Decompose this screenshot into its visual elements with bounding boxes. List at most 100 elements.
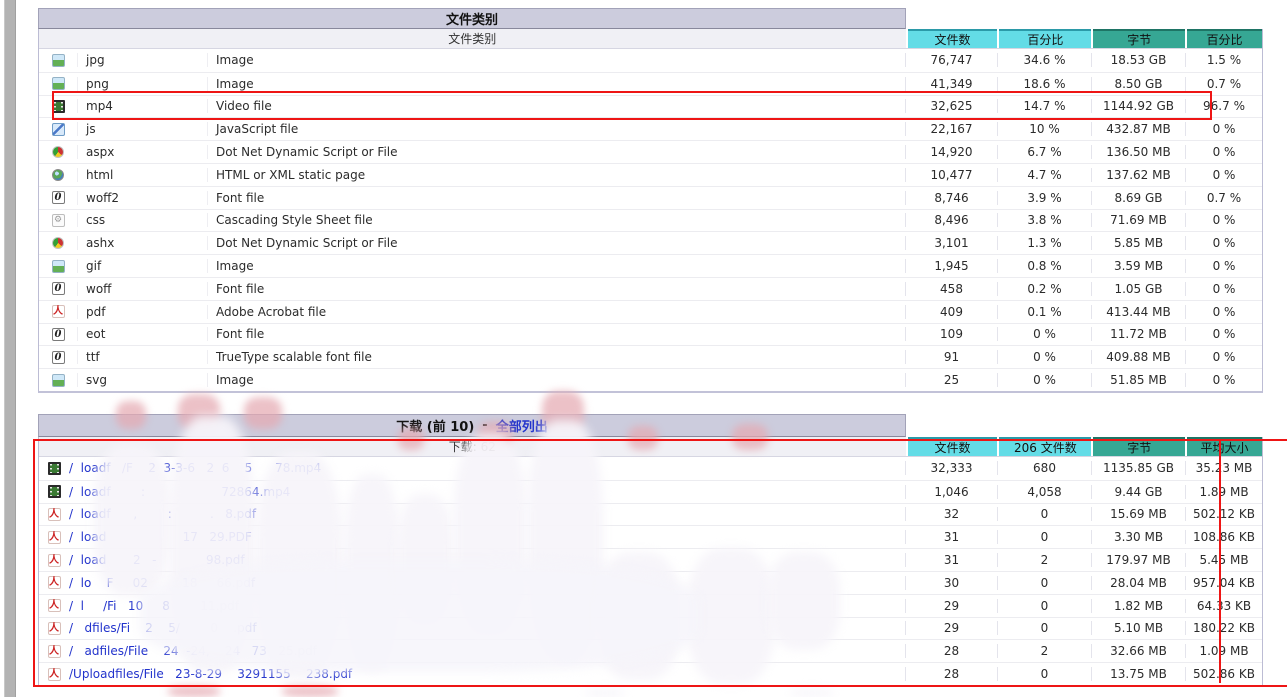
font-file-icon: [52, 191, 65, 204]
table-row: jpgImage76,74734.6 %18.53 GB1.5 %: [39, 49, 1262, 72]
bytes-value: 18.53 GB: [1091, 53, 1185, 67]
download-206-count: 0: [997, 530, 1091, 544]
download-bytes: 32.66 MB: [1091, 644, 1185, 658]
files-count: 22,167: [905, 122, 997, 136]
download-files-count: 29: [905, 599, 997, 613]
download-206-count: 2: [997, 644, 1091, 658]
bytes-percent: 96.7 %: [1185, 99, 1262, 113]
downloads-subheader-row: 下载: 62 文件数 206 文件数 字节 平均大小: [39, 437, 1262, 457]
image-file-icon: [52, 77, 65, 90]
files-count: 1,945: [905, 259, 997, 273]
pdf-file-icon: [48, 531, 61, 544]
file-types-subheader-row: 文件类别 文件数 百分比 字节 百分比: [39, 29, 1262, 49]
bytes-value: 71.69 MB: [1091, 213, 1185, 227]
download-url-link[interactable]: / loadf /F 2 3-3-6 2 6 5 78.mp4: [69, 461, 905, 475]
image-file-icon: [52, 260, 65, 273]
download-url-link[interactable]: / load 17 29.PDF: [69, 530, 905, 544]
blur-redaction: [790, 689, 834, 697]
table-row: jsJavaScript file22,16710 %432.87 MB0 %: [39, 117, 1262, 140]
bytes-percent: 0 %: [1185, 145, 1262, 159]
download-files-count: 28: [905, 644, 997, 658]
download-files-count: 30: [905, 576, 997, 590]
file-types-title-bar: 文件类别: [38, 8, 906, 29]
download-bytes: 179.97 MB: [1091, 553, 1185, 567]
files-count: 409: [905, 305, 997, 319]
table-row: / loadf : 72864.mp41,0464,0589.44 GB1.89…: [39, 480, 1262, 503]
bytes-percent: 0 %: [1185, 305, 1262, 319]
video-file-icon: [52, 100, 65, 113]
download-url-link[interactable]: / loadf : 72864.mp4: [69, 485, 905, 499]
download-206-count: 0: [997, 621, 1091, 635]
bytes-percent: 0 %: [1185, 122, 1262, 136]
download-url-link[interactable]: / adfiles/File 24 -24, 24 73 25.pdf: [69, 644, 905, 658]
download-url-link[interactable]: / loadf , : . 8.pdf: [69, 507, 905, 521]
table-row: cssCascading Style Sheet file8,4963.8 %7…: [39, 209, 1262, 232]
html-page-icon: [52, 169, 64, 181]
download-avg-size: 35.23 MB: [1185, 461, 1262, 475]
files-count: 25: [905, 373, 997, 387]
files-count: 41,349: [905, 77, 997, 91]
file-type-desc: Adobe Acrobat file: [207, 305, 905, 319]
video-file-icon: [48, 462, 61, 475]
downloads-table: 下载 (前 10) - 全部列出 下载: 62 文件数 206 文件数 字节 平…: [38, 414, 1263, 687]
column-header-bytes-pct: 百分比: [1187, 29, 1262, 48]
files-percent: 1.3 %: [997, 236, 1091, 250]
font-file-icon: [52, 351, 65, 364]
files-count: 76,747: [905, 53, 997, 67]
table-row: / l /Fi 10 8 11.pdf2901.82 MB64.33 KB: [39, 594, 1262, 617]
list-all-link[interactable]: 全部列出: [496, 416, 548, 435]
download-url-link[interactable]: / lo F 02 18 66.pdf: [69, 576, 905, 590]
downloads-title-bar: 下载 (前 10) - 全部列出: [38, 414, 906, 437]
table-row: htmlHTML or XML static page10,4774.7 %13…: [39, 163, 1262, 186]
left-scrollbar-strip[interactable]: [4, 0, 16, 697]
table-row: / loadf , : . 8.pdf32015.69 MB502.12 KB: [39, 503, 1262, 526]
file-type-desc: Image: [207, 77, 905, 91]
files-percent: 34.6 %: [997, 53, 1091, 67]
pdf-file-icon: [48, 554, 61, 567]
pdf-file-icon: [48, 622, 61, 635]
file-ext: css: [77, 213, 207, 227]
bytes-percent: 0 %: [1185, 213, 1262, 227]
table-row: / loadf /F 2 3-3-6 2 6 5 78.mp432,333680…: [39, 457, 1262, 480]
bytes-value: 11.72 MB: [1091, 327, 1185, 341]
table-row: / load 17 29.PDF3103.30 MB108.86 KB: [39, 525, 1262, 548]
table-row: /Uploadfiles/File 23-8-29 3291155 238.pd…: [39, 662, 1262, 685]
files-percent: 0.8 %: [997, 259, 1091, 273]
file-type-desc: Font file: [207, 191, 905, 205]
download-avg-size: 502.12 KB: [1185, 507, 1262, 521]
file-type-desc: Video file: [207, 99, 905, 113]
file-type-desc: HTML or XML static page: [207, 168, 905, 182]
table-row: pngImage41,34918.6 %8.50 GB0.7 %: [39, 72, 1262, 95]
download-files-count: 1,046: [905, 485, 997, 499]
blur-redaction: [585, 689, 625, 697]
table-row: pdfAdobe Acrobat file4090.1 %413.44 MB0 …: [39, 300, 1262, 323]
table-row: / adfiles/File 24 -24, 24 73 25.pdf28232…: [39, 639, 1262, 662]
download-206-count: 4,058: [997, 485, 1091, 499]
column-header-bytes: 字节: [1093, 437, 1185, 456]
files-count: 8,496: [905, 213, 997, 227]
downloads-subheader: 下载: 62: [39, 437, 906, 456]
download-url-link[interactable]: / load 2 - 98.pdf: [69, 553, 905, 567]
download-url-link[interactable]: / dfiles/Fi 2 5/ 0 .pdf: [69, 621, 905, 635]
column-header-files-pct: 百分比: [999, 29, 1091, 48]
download-url-link[interactable]: /Uploadfiles/File 23-8-29 3291155 238.pd…: [69, 667, 905, 681]
file-type-desc: Image: [207, 53, 905, 67]
download-avg-size: 5.45 MB: [1185, 553, 1262, 567]
table-row: ashxDot Net Dynamic Script or File3,1011…: [39, 231, 1262, 254]
download-avg-size: 957.04 KB: [1185, 576, 1262, 590]
pdf-file-icon: [48, 599, 61, 612]
file-ext: mp4: [77, 99, 207, 113]
download-bytes: 15.69 MB: [1091, 507, 1185, 521]
files-percent: 0.2 %: [997, 282, 1091, 296]
table-row: ttfTrueType scalable font file910 %409.8…: [39, 345, 1262, 368]
file-ext: eot: [77, 327, 207, 341]
files-percent: 14.7 %: [997, 99, 1091, 113]
download-url-link[interactable]: / l /Fi 10 8 11.pdf: [69, 599, 905, 613]
download-bytes: 3.30 MB: [1091, 530, 1185, 544]
file-type-desc: Dot Net Dynamic Script or File: [207, 145, 905, 159]
download-files-count: 29: [905, 621, 997, 635]
bytes-value: 8.50 GB: [1091, 77, 1185, 91]
download-206-count: 2: [997, 553, 1091, 567]
download-bytes: 9.44 GB: [1091, 485, 1185, 499]
bytes-percent: 0 %: [1185, 350, 1262, 364]
